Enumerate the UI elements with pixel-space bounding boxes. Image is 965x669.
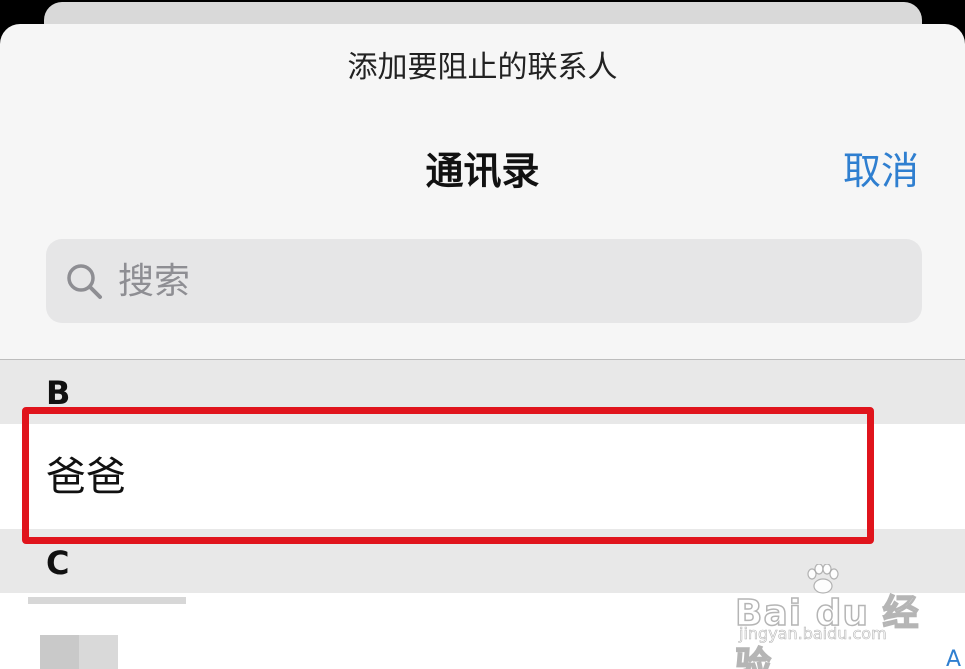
cancel-button[interactable]: 取消 bbox=[843, 148, 919, 194]
section-index-letter[interactable]: A bbox=[946, 649, 961, 669]
redacted-name-bar bbox=[28, 597, 186, 604]
section-header-c: C bbox=[0, 529, 965, 593]
contact-row-redacted[interactable] bbox=[0, 593, 965, 669]
page-title: 通讯录 bbox=[425, 149, 540, 193]
search-input[interactable] bbox=[118, 260, 922, 302]
search-bar[interactable] bbox=[46, 239, 922, 323]
sheet-prompt: 添加要阻止的联系人 bbox=[347, 50, 618, 85]
search-icon bbox=[67, 264, 102, 299]
section-header-b: B bbox=[0, 360, 965, 424]
screen: 添加要阻止的联系人 通讯录 取消 B 爸爸 C A bbox=[0, 0, 965, 669]
redacted-avatar bbox=[40, 635, 118, 669]
contact-picker-sheet: 添加要阻止的联系人 通讯录 取消 B 爸爸 C bbox=[0, 24, 965, 669]
contact-row-dad[interactable]: 爸爸 bbox=[0, 424, 965, 529]
